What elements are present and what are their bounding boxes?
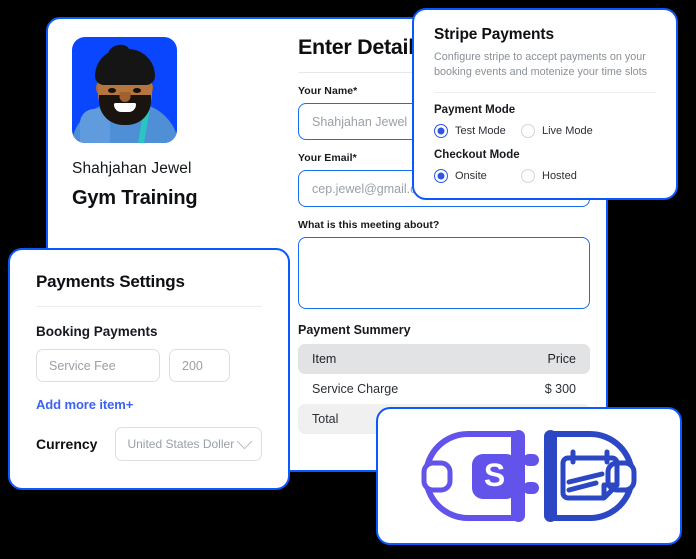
checkout-mode-radio-group: Onsite Hosted [434, 168, 656, 183]
row-item-price: $ 300 [544, 382, 576, 396]
currency-label: Currency [36, 436, 98, 452]
radio-option-hosted[interactable]: Hosted [521, 168, 577, 183]
checkout-mode-label: Checkout Mode [434, 148, 520, 161]
currency-select[interactable]: United States Doller [115, 427, 262, 461]
radio-label: Live Mode [542, 124, 593, 137]
radio-selected-icon[interactable] [434, 168, 448, 183]
radio-label: Test Mode [455, 124, 506, 137]
plug-pin-top [523, 454, 539, 466]
settings-divider [36, 306, 262, 307]
currency-selected-value: United States Doller [127, 437, 235, 451]
screenshot-stage: Shahjahan Jewel Gym Training Enter Detai… [0, 0, 696, 559]
radio-option-onsite[interactable]: Onsite [434, 168, 511, 183]
payment-mode-radio-group: Test Mode Live Mode [434, 123, 656, 138]
radio-option-test-mode[interactable]: Test Mode [434, 123, 511, 138]
payment-mode-label: Payment Mode [434, 103, 516, 116]
radio-unselected-icon[interactable] [521, 168, 535, 183]
stripe-card-divider [434, 91, 656, 93]
radio-option-live-mode[interactable]: Live Mode [521, 123, 593, 138]
chevron-down-icon [236, 433, 253, 449]
service-fee-name-input[interactable]: Service Fee [36, 349, 160, 382]
message-field-label: What is this meeting about? [298, 219, 440, 231]
service-fee-amount-input[interactable]: 200 [169, 349, 230, 382]
plug-left-cap [421, 460, 453, 493]
fee-inputs-row: Service Fee 200 [36, 349, 262, 382]
integration-plug-socket-illustration: S [421, 430, 637, 522]
plug-bar [512, 430, 525, 522]
table-row: Service Charge $ 300 [298, 374, 590, 404]
profile-name: Shahjahan Jewel [72, 160, 192, 177]
settings-title: Payments Settings [36, 272, 185, 291]
radio-label: Onsite [455, 169, 487, 182]
column-header-item: Item [312, 352, 337, 366]
stripe-s-glyph: S [484, 457, 505, 493]
avatar [72, 37, 177, 143]
payment-summary-title: Payment Summery [298, 323, 411, 337]
row-total-label: Total [312, 412, 339, 426]
socket-bar [544, 430, 557, 522]
add-more-item-link[interactable]: Add more item+ [36, 397, 262, 412]
booking-payments-label: Booking Payments [36, 324, 158, 339]
stripe-payments-card: Stripe Payments Configure stripe to acce… [412, 8, 678, 200]
radio-label: Hosted [542, 169, 577, 182]
stripe-plug-icon: S [421, 430, 539, 522]
message-textarea[interactable] [298, 237, 590, 309]
radio-unselected-icon[interactable] [521, 123, 535, 138]
column-header-price: Price [547, 352, 576, 366]
row-item-label: Service Charge [312, 382, 399, 396]
stripe-booking-integration-card: S [376, 407, 682, 545]
calendar-line-2 [566, 480, 599, 493]
profile-event-title: Gym Training [72, 187, 198, 209]
radio-selected-icon[interactable] [434, 123, 448, 138]
plug-pin-bottom [523, 482, 539, 494]
table-header-row: Item Price [298, 344, 590, 374]
profile-column: Shahjahan Jewel Gym Training [72, 37, 282, 210]
booking-calendar-socket-icon [544, 430, 637, 522]
stripe-card-description: Configure stripe to accept payments on y… [434, 51, 648, 79]
currency-row: Currency United States Doller [36, 427, 262, 461]
payments-settings-card: Payments Settings Booking Payments Servi… [8, 248, 290, 490]
stripe-card-title: Stripe Payments [434, 26, 554, 43]
